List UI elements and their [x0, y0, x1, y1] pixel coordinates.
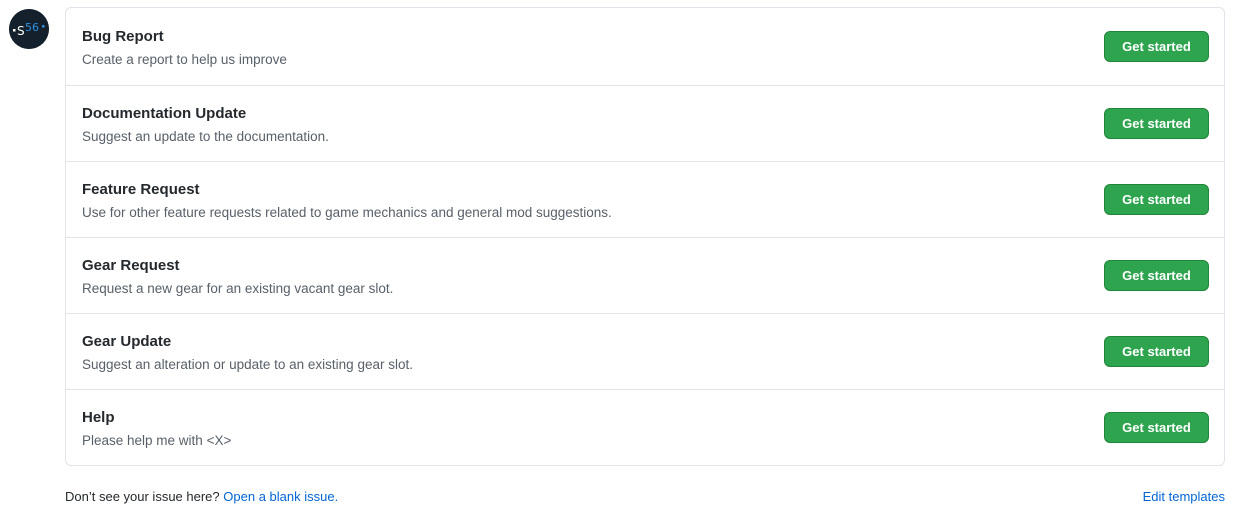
- open-blank-issue-link[interactable]: Open a blank issue.: [223, 489, 338, 504]
- template-title: Bug Report: [82, 28, 164, 45]
- footer-prompt-text: Don’t see your issue here?: [65, 489, 220, 504]
- template-title: Feature Request: [82, 181, 200, 198]
- template-title: Documentation Update: [82, 105, 247, 122]
- get-started-button[interactable]: Get started: [1104, 336, 1209, 367]
- template-title: Gear Update: [82, 333, 172, 350]
- template-row-documentation-update: Documentation Update Suggest an update t…: [66, 85, 1224, 161]
- template-description: Create a report to help us improve: [82, 52, 287, 67]
- template-description: Use for other feature requests related t…: [82, 205, 612, 220]
- template-description: Suggest an update to the documentation.: [82, 129, 329, 144]
- get-started-button[interactable]: Get started: [1104, 184, 1209, 215]
- footer-prompt-line: Don’t see your issue here? Open a blank …: [65, 489, 338, 504]
- template-title: Help: [82, 409, 115, 426]
- template-row-help: Help Please help me with <X> Get started: [66, 389, 1224, 465]
- template-row-feature-request: Feature Request Use for other feature re…: [66, 161, 1224, 237]
- template-row-gear-update: Gear Update Suggest an alteration or upd…: [66, 313, 1224, 389]
- template-description: Request a new gear for an existing vacan…: [82, 281, 394, 296]
- template-row-gear-request: Gear Request Request a new gear for an e…: [66, 237, 1224, 313]
- template-description: Please help me with <X>: [82, 433, 232, 448]
- get-started-button[interactable]: Get started: [1104, 108, 1209, 139]
- get-started-button[interactable]: Get started: [1104, 260, 1209, 291]
- rs56-logo-icon: S 56: [9, 9, 49, 49]
- template-title: Gear Request: [82, 257, 180, 274]
- template-description: Suggest an alteration or update to an ex…: [82, 357, 413, 372]
- avatar[interactable]: S 56: [9, 9, 49, 49]
- template-row-bug-report: Bug Report Create a report to help us im…: [66, 8, 1224, 85]
- get-started-button[interactable]: Get started: [1104, 31, 1209, 62]
- get-started-button[interactable]: Get started: [1104, 412, 1209, 443]
- edit-templates-link[interactable]: Edit templates: [1143, 489, 1225, 504]
- svg-text:S: S: [17, 24, 25, 38]
- issue-template-list: Bug Report Create a report to help us im…: [65, 7, 1225, 466]
- svg-text:56: 56: [25, 21, 39, 34]
